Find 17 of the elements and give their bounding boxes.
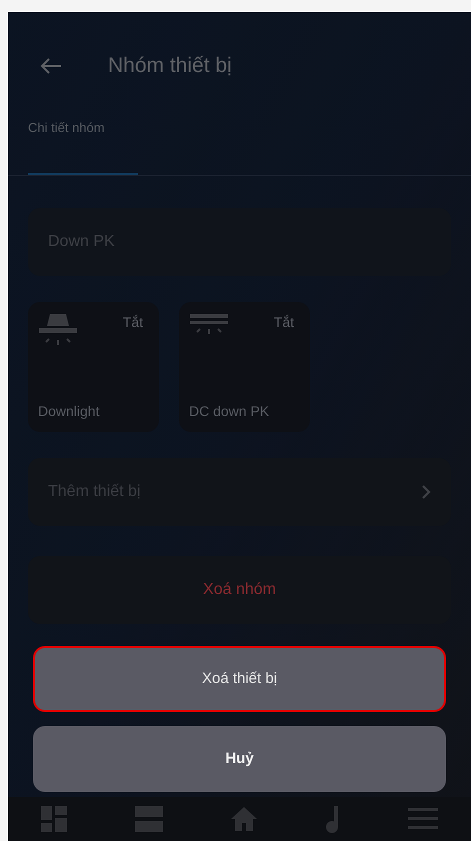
music-note-icon[interactable]: [324, 806, 340, 832]
back-arrow-icon[interactable]: [40, 57, 62, 75]
device-status: Tắt: [122, 313, 144, 332]
dashboard-icon[interactable]: [41, 806, 67, 832]
cancel-button[interactable]: Huỷ: [33, 726, 446, 792]
home-icon[interactable]: [230, 807, 256, 831]
chevron-right-icon: [421, 485, 431, 499]
page-title: Nhóm thiết bị: [108, 53, 232, 80]
device-card[interactable]: Tắt Downlight: [28, 302, 159, 432]
device-status: Tắt: [274, 313, 295, 332]
device-card[interactable]: Tắt DC down PK: [179, 302, 310, 432]
delete-device-button[interactable]: Xoá thiết bị: [33, 646, 446, 712]
device-name: Downlight: [38, 402, 100, 421]
tab[interactable]: Chi tiết nhóm: [28, 98, 138, 175]
menu-icon[interactable]: [408, 808, 438, 830]
device-name: DC down PK: [189, 402, 270, 421]
rows-icon[interactable]: [134, 806, 163, 832]
